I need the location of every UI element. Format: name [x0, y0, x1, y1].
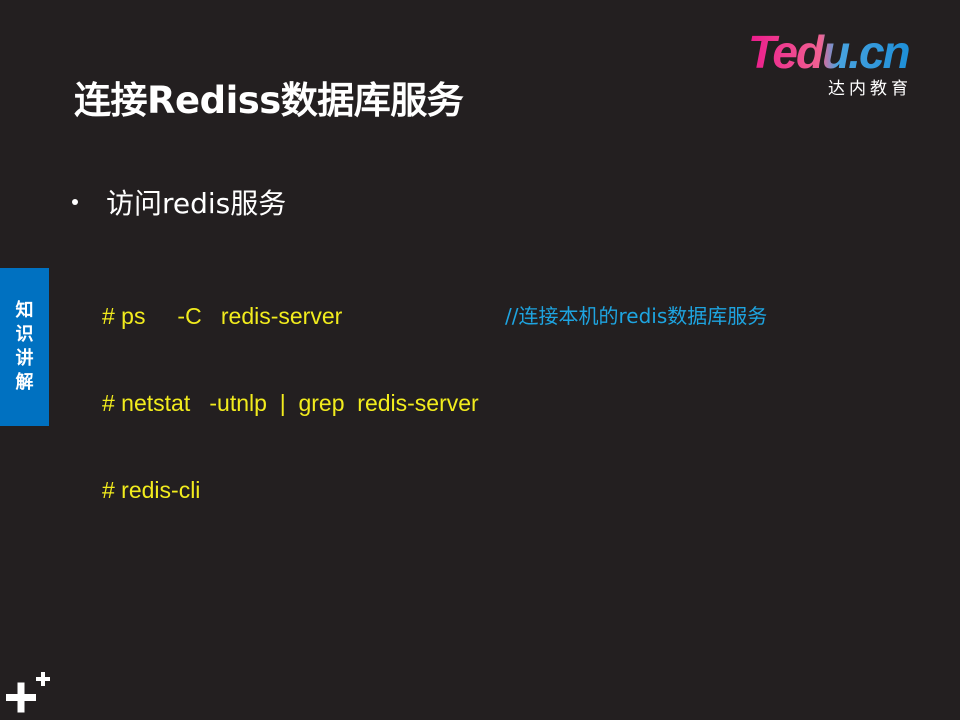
- code-comment: //连接本机的redis数据库服务: [505, 304, 768, 328]
- code-line-ps: # ps -C redis-server: [102, 303, 343, 329]
- logo-subtitle: 达内教育: [828, 79, 912, 99]
- bullet-text: 访问redis服务: [106, 187, 287, 220]
- tedu-logo-mark: Tedu.cn: [748, 28, 912, 76]
- slide: 连接Rediss数据库服务 Tedu.cn 达内教育 访问redis服务 # p…: [0, 0, 960, 720]
- plus-mark-icon: [6, 670, 52, 716]
- side-tab-char: 讲: [15, 348, 34, 369]
- slide-title: 连接Rediss数据库服务: [74, 79, 464, 122]
- tedu-logo: Tedu.cn 达内教育: [748, 28, 930, 99]
- side-tab-knowledge: 知 识 讲 解: [0, 268, 49, 426]
- bullet-dot-icon: [72, 199, 78, 205]
- logo-brand-text: Tedu.cn: [748, 28, 910, 76]
- bullet-item: 访问redis服务: [72, 182, 286, 222]
- side-tab-char: 解: [15, 372, 34, 393]
- side-tab-char: 识: [15, 324, 34, 345]
- side-tab-char: 知: [15, 300, 34, 321]
- code-block: # ps -C redis-server # netstat -utnlp | …: [102, 244, 479, 563]
- code-line-redis-cli: # redis-cli: [102, 477, 201, 503]
- code-line-netstat: # netstat -utnlp | grep redis-server: [102, 390, 479, 416]
